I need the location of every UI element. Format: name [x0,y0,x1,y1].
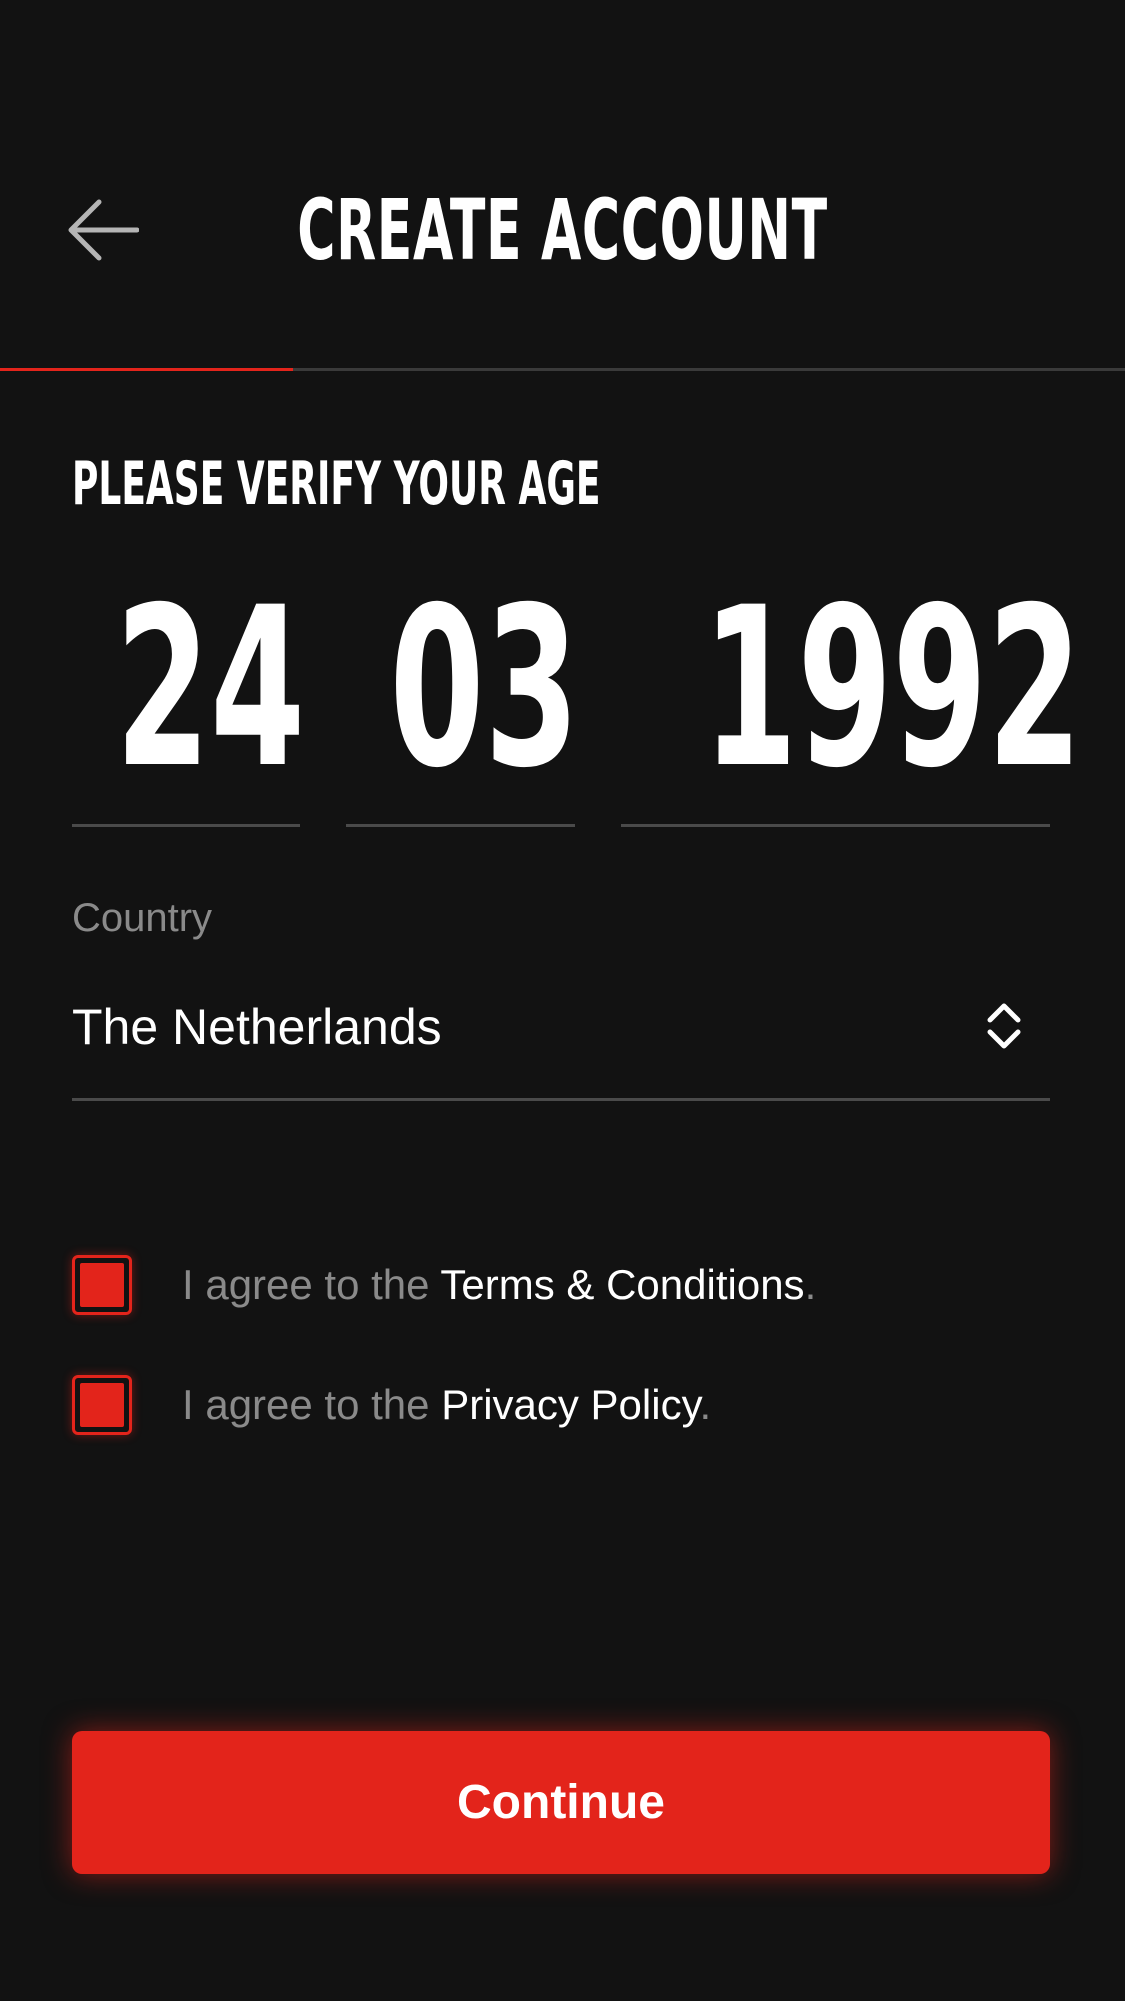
terms-prefix: I agree to the [182,1261,441,1308]
terms-suffix: . [804,1261,817,1308]
terms-checkbox[interactable] [72,1255,132,1315]
progress-bar [0,368,1125,371]
privacy-suffix: . [699,1381,712,1428]
privacy-prefix: I agree to the [182,1381,442,1428]
year-field[interactable]: 1992 [621,560,1083,827]
continue-button[interactable]: Continue [72,1731,1050,1874]
chevron-updown-icon [987,1003,1021,1049]
country-value: The Netherlands [72,999,442,1055]
terms-agreement-text: I agree to the Terms & Conditions. [182,1255,816,1315]
checkbox-checked-indicator [80,1263,124,1307]
country-label: Country [72,896,213,940]
arrow-left-icon [68,199,139,261]
privacy-agreement-text: I agree to the Privacy Policy. [182,1375,711,1435]
privacy-link[interactable]: Privacy Policy [441,1381,699,1428]
month-value: 03 [389,560,580,816]
privacy-agreement-row: I agree to the Privacy Policy. [72,1375,1050,1445]
checkbox-checked-indicator [80,1383,124,1427]
day-field[interactable]: 24 [72,560,306,827]
year-value: 1992 [702,560,1083,816]
terms-agreement-row: I agree to the Terms & Conditions. [72,1255,1050,1325]
month-field[interactable]: 03 [346,560,580,827]
age-heading: PLEASE VERIFY YOUR AGE [72,449,601,519]
back-button[interactable] [62,192,144,268]
day-value: 24 [115,560,306,816]
progress-bar-fill [0,368,293,371]
country-select[interactable]: The Netherlands [72,980,1050,1101]
terms-link[interactable]: Terms & Conditions [440,1261,804,1308]
header: CREATE ACCOUNT [0,0,1125,372]
page-title: CREATE ACCOUNT [297,181,828,279]
privacy-checkbox[interactable] [72,1375,132,1435]
